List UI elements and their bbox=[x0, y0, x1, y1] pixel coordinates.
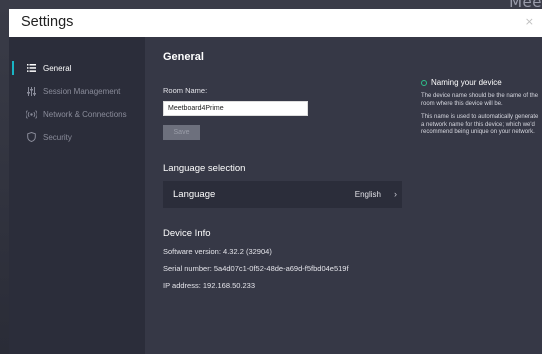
room-name-label: Room Name: bbox=[163, 86, 208, 95]
language-section-heading: Language selection bbox=[163, 163, 246, 174]
language-selector[interactable]: Language English › bbox=[163, 181, 402, 208]
list-icon bbox=[25, 64, 37, 72]
language-label: Language bbox=[173, 189, 216, 200]
sidebar-item-security[interactable]: Security bbox=[9, 127, 145, 147]
sliders-icon bbox=[25, 86, 37, 96]
sidebar-item-network[interactable]: Network & Connections bbox=[9, 104, 145, 124]
device-info-heading: Device Info bbox=[163, 228, 211, 239]
help-title: Naming your device bbox=[421, 78, 539, 88]
sidebar-item-general[interactable]: General bbox=[9, 58, 145, 78]
info-circle-icon bbox=[421, 80, 427, 86]
sidebar: General Session Management Network & Con… bbox=[9, 37, 145, 354]
broadcast-icon bbox=[25, 109, 37, 119]
page-title: General bbox=[163, 51, 204, 63]
room-name-input[interactable]: Meetboard4Prime bbox=[163, 101, 308, 116]
title-bar: Settings × bbox=[9, 9, 542, 37]
help-paragraph: This name is used to automatically gener… bbox=[421, 114, 539, 135]
serial-number: Serial number: 5a4d07c1-0f52-48de-a69d-f… bbox=[163, 264, 349, 273]
desktop-background: Mee Settings × General Session Managemen… bbox=[0, 0, 542, 354]
settings-window: Settings × General Session Management Ne… bbox=[9, 9, 542, 354]
close-icon[interactable]: × bbox=[525, 15, 534, 28]
settings-content: General Room Name: Meetboard4Prime Save … bbox=[145, 37, 542, 354]
window-title: Settings bbox=[21, 14, 74, 30]
help-title-text: Naming your device bbox=[431, 78, 502, 87]
sidebar-item-label: Security bbox=[43, 132, 72, 142]
language-value: English bbox=[354, 190, 381, 199]
software-version: Software version: 4.32.2 (32904) bbox=[163, 247, 272, 256]
sidebar-item-label: Network & Connections bbox=[43, 109, 127, 119]
chevron-right-icon: › bbox=[394, 189, 397, 199]
save-button[interactable]: Save bbox=[163, 125, 200, 140]
ip-address: IP address: 192.168.50.233 bbox=[163, 281, 256, 290]
help-panel: Naming your device The device name shoul… bbox=[421, 78, 539, 143]
sidebar-item-label: Session Management bbox=[43, 86, 121, 96]
sidebar-item-session-management[interactable]: Session Management bbox=[9, 81, 145, 101]
sidebar-item-label: General bbox=[43, 63, 72, 73]
shield-icon bbox=[25, 132, 37, 142]
help-paragraph: The device name should be the name of th… bbox=[421, 93, 539, 107]
